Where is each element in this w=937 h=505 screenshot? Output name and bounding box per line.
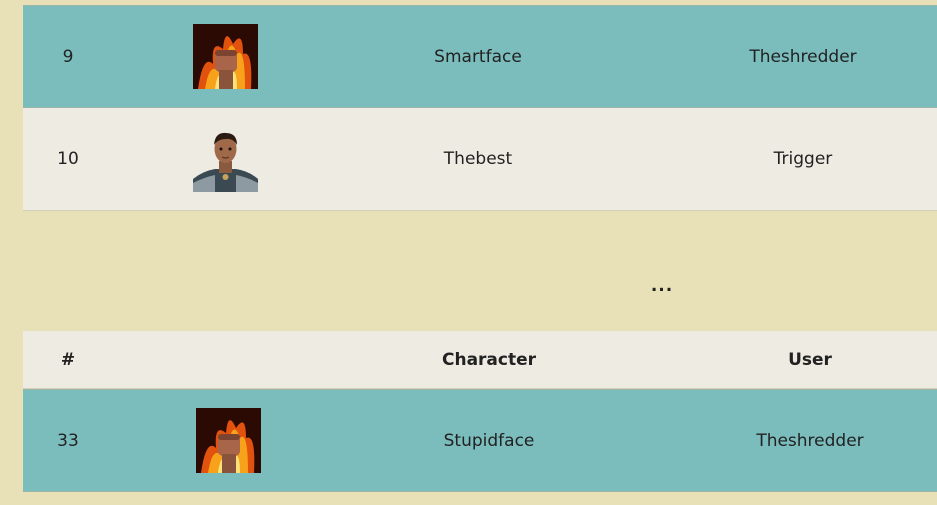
user-name[interactable]: Theshredder — [703, 6, 903, 107]
character-name[interactable]: Stupidface — [389, 390, 589, 491]
leaderboard-table-top: 9 Smartface Theshredder 10 Thebest Trigg… — [23, 5, 937, 211]
rank-header: # — [60, 349, 76, 370]
leaderboard-page: 9 Smartface Theshredder 10 Thebest Trigg… — [0, 0, 937, 505]
flaming-fist-icon — [193, 6, 258, 107]
table-header-row: # Character User — [23, 331, 937, 389]
ellipsis-separator: ... — [650, 276, 674, 296]
character-name[interactable]: Thebest — [378, 108, 578, 210]
table-row: 9 Smartface Theshredder — [23, 5, 937, 108]
character-name[interactable]: Smartface — [378, 6, 578, 107]
table-row: 33 Stupidface Theshredder — [23, 389, 937, 492]
warrior-portrait-icon — [193, 108, 258, 210]
user-name[interactable]: Theshredder — [710, 390, 910, 491]
user-name[interactable]: Trigger — [703, 108, 903, 210]
rank-cell: 10 — [57, 149, 79, 169]
user-header: User — [788, 349, 832, 370]
leaderboard-table-bottom: # Character User 33 Stupidface Theshredd… — [23, 331, 937, 492]
flaming-fist-icon — [196, 390, 261, 491]
table-row: 10 Thebest Trigger — [23, 108, 937, 211]
rank-cell: 9 — [62, 46, 74, 67]
rank-cell: 33 — [57, 430, 79, 451]
character-header: Character — [441, 349, 537, 370]
